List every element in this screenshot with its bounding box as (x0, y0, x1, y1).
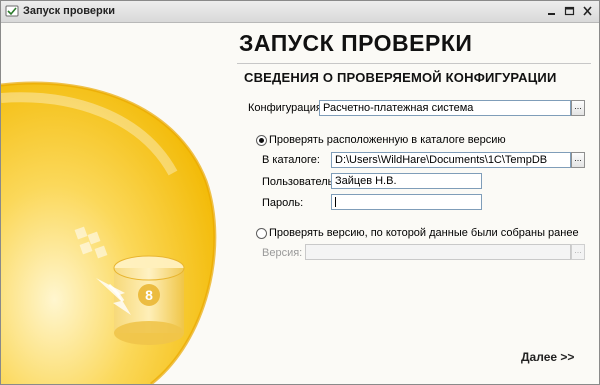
catalog-version-radio[interactable] (256, 135, 267, 146)
minimize-icon[interactable] (544, 4, 559, 18)
config-field[interactable]: Расчетно-платежная система (319, 100, 571, 116)
catalog-browse-button[interactable]: ... (571, 152, 585, 168)
password-label: Пароль: (262, 197, 304, 209)
app-icon (5, 5, 19, 17)
user-label: Пользователь: (262, 176, 337, 188)
catalog-path-field[interactable]: D:\Users\WildHare\Documents\1C\TempDB (331, 152, 571, 168)
next-button[interactable]: Далее >> (521, 350, 574, 364)
catalog-label: В каталоге: (262, 154, 320, 166)
version-browse-button: ... (571, 244, 585, 260)
config-browse-button[interactable]: ... (571, 100, 585, 116)
version-field (305, 244, 571, 260)
page-title: ЗАПУСК ПРОВЕРКИ (239, 30, 473, 56)
app-window: Запуск проверки 8 ЗАПУСК ПРОВЕРКИ СВЕДЕН… (0, 0, 600, 385)
section-title: СВЕДЕНИЯ О ПРОВЕРЯЕМОЙ КОНФИГУРАЦИИ (244, 70, 557, 85)
maximize-icon[interactable] (562, 4, 577, 18)
title-bar: Запуск проверки (1, 1, 599, 23)
catalog-version-radio-label[interactable]: Проверять расположенную в каталоге верси… (269, 134, 506, 146)
main-panel: ЗАПУСК ПРОВЕРКИ СВЕДЕНИЯ О ПРОВЕРЯЕМОЙ К… (1, 23, 599, 384)
collected-version-radio[interactable] (256, 228, 267, 239)
config-label: Конфигурация: (248, 102, 325, 114)
collected-version-radio-label[interactable]: Проверять версию, по которой данные были… (269, 227, 579, 239)
close-icon[interactable] (580, 4, 595, 18)
user-field[interactable]: Зайцев Н.В. (331, 173, 482, 189)
text-caret (335, 197, 336, 207)
password-field[interactable] (331, 194, 482, 210)
window-title: Запуск проверки (23, 5, 115, 17)
version-label: Версия: (262, 247, 303, 259)
title-divider (237, 63, 591, 64)
